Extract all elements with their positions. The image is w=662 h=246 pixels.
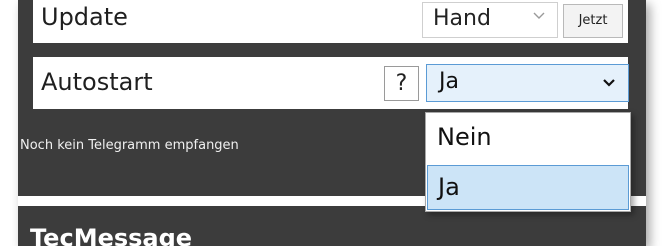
update-row: Update Hand Jetzt bbox=[33, 0, 628, 43]
autostart-select-value: Ja bbox=[439, 69, 459, 94]
autostart-dropdown-list: Nein Ja bbox=[425, 112, 631, 212]
screenshot-frame: Update Hand Jetzt Autostart ? Ja Noch ke… bbox=[0, 0, 662, 246]
update-now-button[interactable]: Jetzt bbox=[563, 4, 623, 38]
chevron-down-icon bbox=[603, 79, 615, 87]
autostart-option-ja[interactable]: Ja bbox=[427, 165, 629, 210]
update-label: Update bbox=[41, 3, 128, 31]
update-mode-value: Hand bbox=[433, 6, 491, 31]
chevron-down-icon bbox=[533, 12, 545, 19]
autostart-select[interactable]: Ja bbox=[426, 64, 629, 102]
autostart-help-button[interactable]: ? bbox=[384, 66, 419, 101]
autostart-row: Autostart ? Ja bbox=[33, 57, 629, 109]
section-title: TecMessage bbox=[30, 224, 193, 246]
autostart-label: Autostart bbox=[41, 68, 153, 96]
autostart-option-nein[interactable]: Nein bbox=[427, 114, 629, 161]
telegram-status-text: Noch kein Telegramm empfangen bbox=[20, 138, 239, 153]
update-mode-select[interactable]: Hand bbox=[422, 2, 558, 38]
